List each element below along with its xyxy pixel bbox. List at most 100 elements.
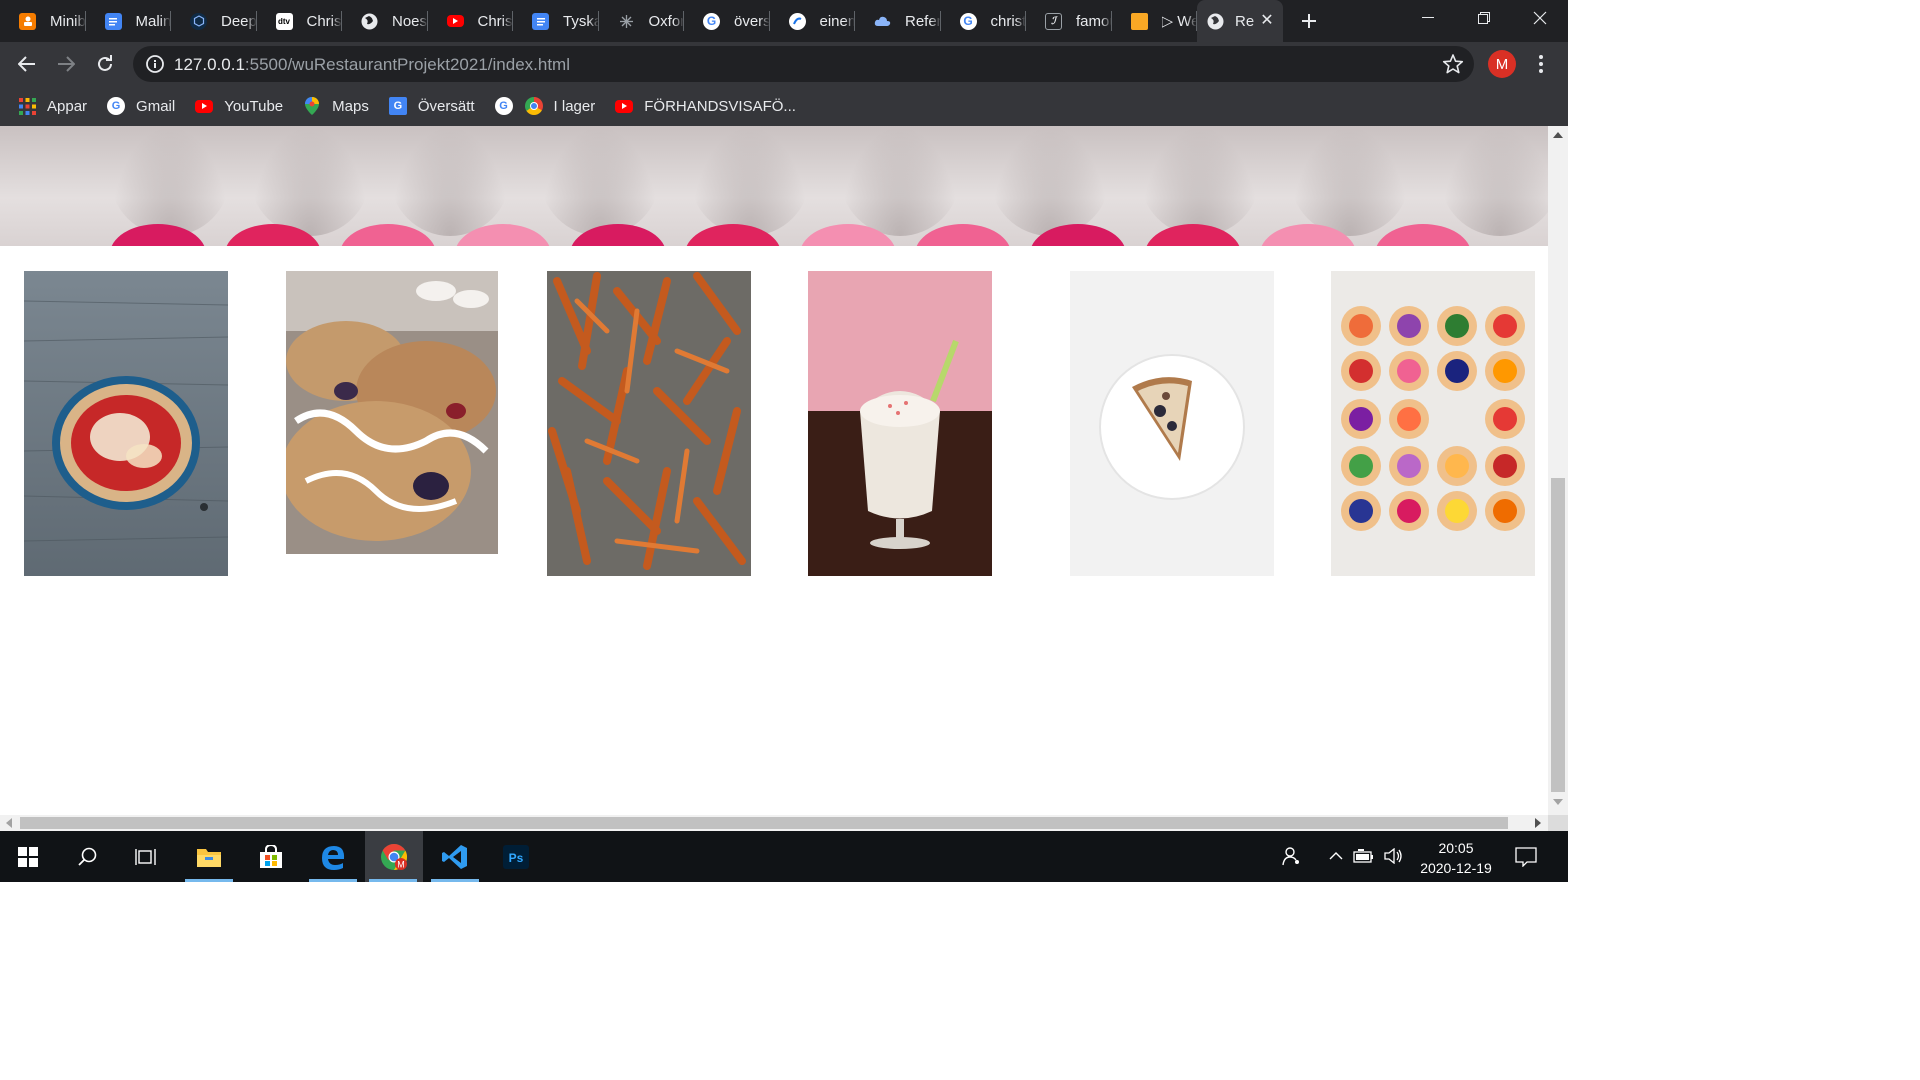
bookmark-gmail[interactable]: G Gmail [107,97,175,115]
microsoft-store-button[interactable] [243,831,299,882]
horizontal-scrollbar[interactable] [0,815,1548,831]
bookmarks-bar: Appar G Gmail YouTube Maps G Översätt G [0,86,1568,126]
tab-label: Noest [392,12,428,30]
tab-label: Refere [905,12,941,30]
deepl-icon [190,12,207,30]
document-icon: ℐ [1045,12,1062,30]
tab-malin[interactable]: Malin [86,0,171,42]
url-path: :5500/wuRestaurantProjekt2021/index.html [244,55,570,74]
tab-dtv[interactable]: dtv Christ [257,0,342,42]
close-icon[interactable]: ✕ [1259,13,1275,29]
dtv-icon: dtv [275,12,293,30]
windows-taskbar: M Ps 20:05 2020-12-19 [0,831,1568,882]
hero-banner-image [0,126,1548,246]
bookmark-youtube[interactable]: YouTube [195,98,283,115]
back-button[interactable] [11,48,43,80]
tab-tyska[interactable]: Tyska [513,0,599,42]
bookmark-maps[interactable]: Maps [303,97,369,115]
bookmark-appar[interactable]: Appar [18,97,87,115]
bookmark-label: Maps [332,97,369,115]
close-icon [1533,11,1547,25]
tab-minib[interactable]: Minib [0,0,86,42]
bookmark-i-lager[interactable]: I lager [524,97,595,115]
youtube-icon [446,15,464,27]
sweet-potato-fries-image [547,271,751,576]
url-host: 127.0.0.1 [174,55,245,74]
info-icon[interactable] [145,54,165,74]
restore-button[interactable] [1456,0,1512,36]
restore-icon [1478,12,1490,24]
pasta-bowl-image [24,271,228,576]
bookmark-google[interactable]: G [494,97,513,115]
task-view-button[interactable] [118,831,174,882]
people-icon[interactable] [1280,843,1304,869]
edge-button[interactable] [305,831,361,882]
reload-icon [98,55,112,71]
tab-famous[interactable]: ℐ famou [1026,0,1112,42]
tab-oversattning[interactable]: G översi [684,0,770,42]
bookmark-oversatt[interactable]: G Översätt [388,97,475,115]
vertical-scroll-thumb[interactable] [1551,478,1565,792]
bookmark-forhandsvisa[interactable]: FÖRHANDSVISAFÖ... [615,98,796,115]
scroll-left-icon[interactable] [6,818,12,828]
maps-pin-icon [303,97,321,115]
address-bar[interactable]: 127.0.0.1:5500/wuRestaurantProjekt2021/i… [133,46,1474,82]
tab-label: ▷ We [1161,13,1198,30]
running-indicator [431,879,479,882]
close-window-button[interactable] [1512,0,1568,36]
tab-active[interactable]: Re ✕ [1197,0,1283,42]
horizontal-scroll-thumb[interactable] [20,817,1508,829]
profile-avatar[interactable]: M [1488,50,1516,78]
bookmark-label: FÖRHANDSVISAFÖ... [644,97,796,115]
minimize-button[interactable] [1400,0,1456,36]
tab-noest[interactable]: Noest [342,0,428,42]
url-text[interactable]: 127.0.0.1:5500/wuRestaurantProjekt2021/i… [174,55,570,75]
battery-icon[interactable] [1352,843,1376,869]
tab-label: Oxfor [648,12,685,30]
start-button[interactable] [0,831,56,882]
new-tab-button[interactable] [1283,0,1335,42]
system-clock[interactable]: 20:05 2020-12-19 [1410,838,1502,878]
vertical-scrollbar[interactable] [1548,126,1568,815]
vscode-button[interactable] [427,831,483,882]
photoshop-icon: Ps [503,844,529,869]
file-explorer-button[interactable] [181,831,237,882]
kebab-menu-icon[interactable] [1528,50,1554,78]
translate-icon: G [388,97,407,115]
windows-logo-icon [18,846,38,867]
tab-einem[interactable]: einem [770,0,856,42]
volume-icon[interactable] [1382,843,1406,869]
running-indicator [369,879,417,882]
tab-label: einem [819,12,856,30]
chevron-up-icon[interactable] [1324,843,1348,869]
tab-we[interactable]: ▷ We [1112,0,1198,42]
tab-oxford[interactable]: Oxfor [599,0,685,42]
running-indicator [309,879,357,882]
search-button[interactable] [60,831,116,882]
search-icon [78,847,97,866]
tab-deepl[interactable]: Deepl [171,0,257,42]
chrome-button[interactable]: M [365,831,423,882]
milkshake-image [808,271,992,576]
task-view-icon [135,848,156,865]
tab-label: Minib [50,12,86,30]
tab-label: christ [990,12,1027,30]
tab-referenz[interactable]: Refere [855,0,941,42]
scroll-down-icon[interactable] [1553,799,1563,805]
tab-christ-google[interactable]: G christ [941,0,1027,42]
scroll-right-icon[interactable] [1535,818,1541,828]
google-icon: G [107,97,126,115]
google-icon: G [703,12,720,30]
bookmark-label: Appar [47,97,88,115]
tab-youtube-christ[interactable]: Christ [428,0,513,42]
notification-icon[interactable] [1514,844,1538,870]
forward-button[interactable] [50,48,82,80]
scroll-up-icon[interactable] [1553,132,1563,138]
reload-button[interactable] [89,48,121,80]
google-docs-icon [104,12,122,30]
tab-label: Re [1235,12,1255,30]
photoshop-button[interactable]: Ps [488,831,544,882]
tab-strip: Minib Malin Deepl dtv Christ Noest Chris… [0,0,1568,42]
minimize-icon [1422,17,1434,18]
star-icon[interactable] [1442,53,1464,75]
